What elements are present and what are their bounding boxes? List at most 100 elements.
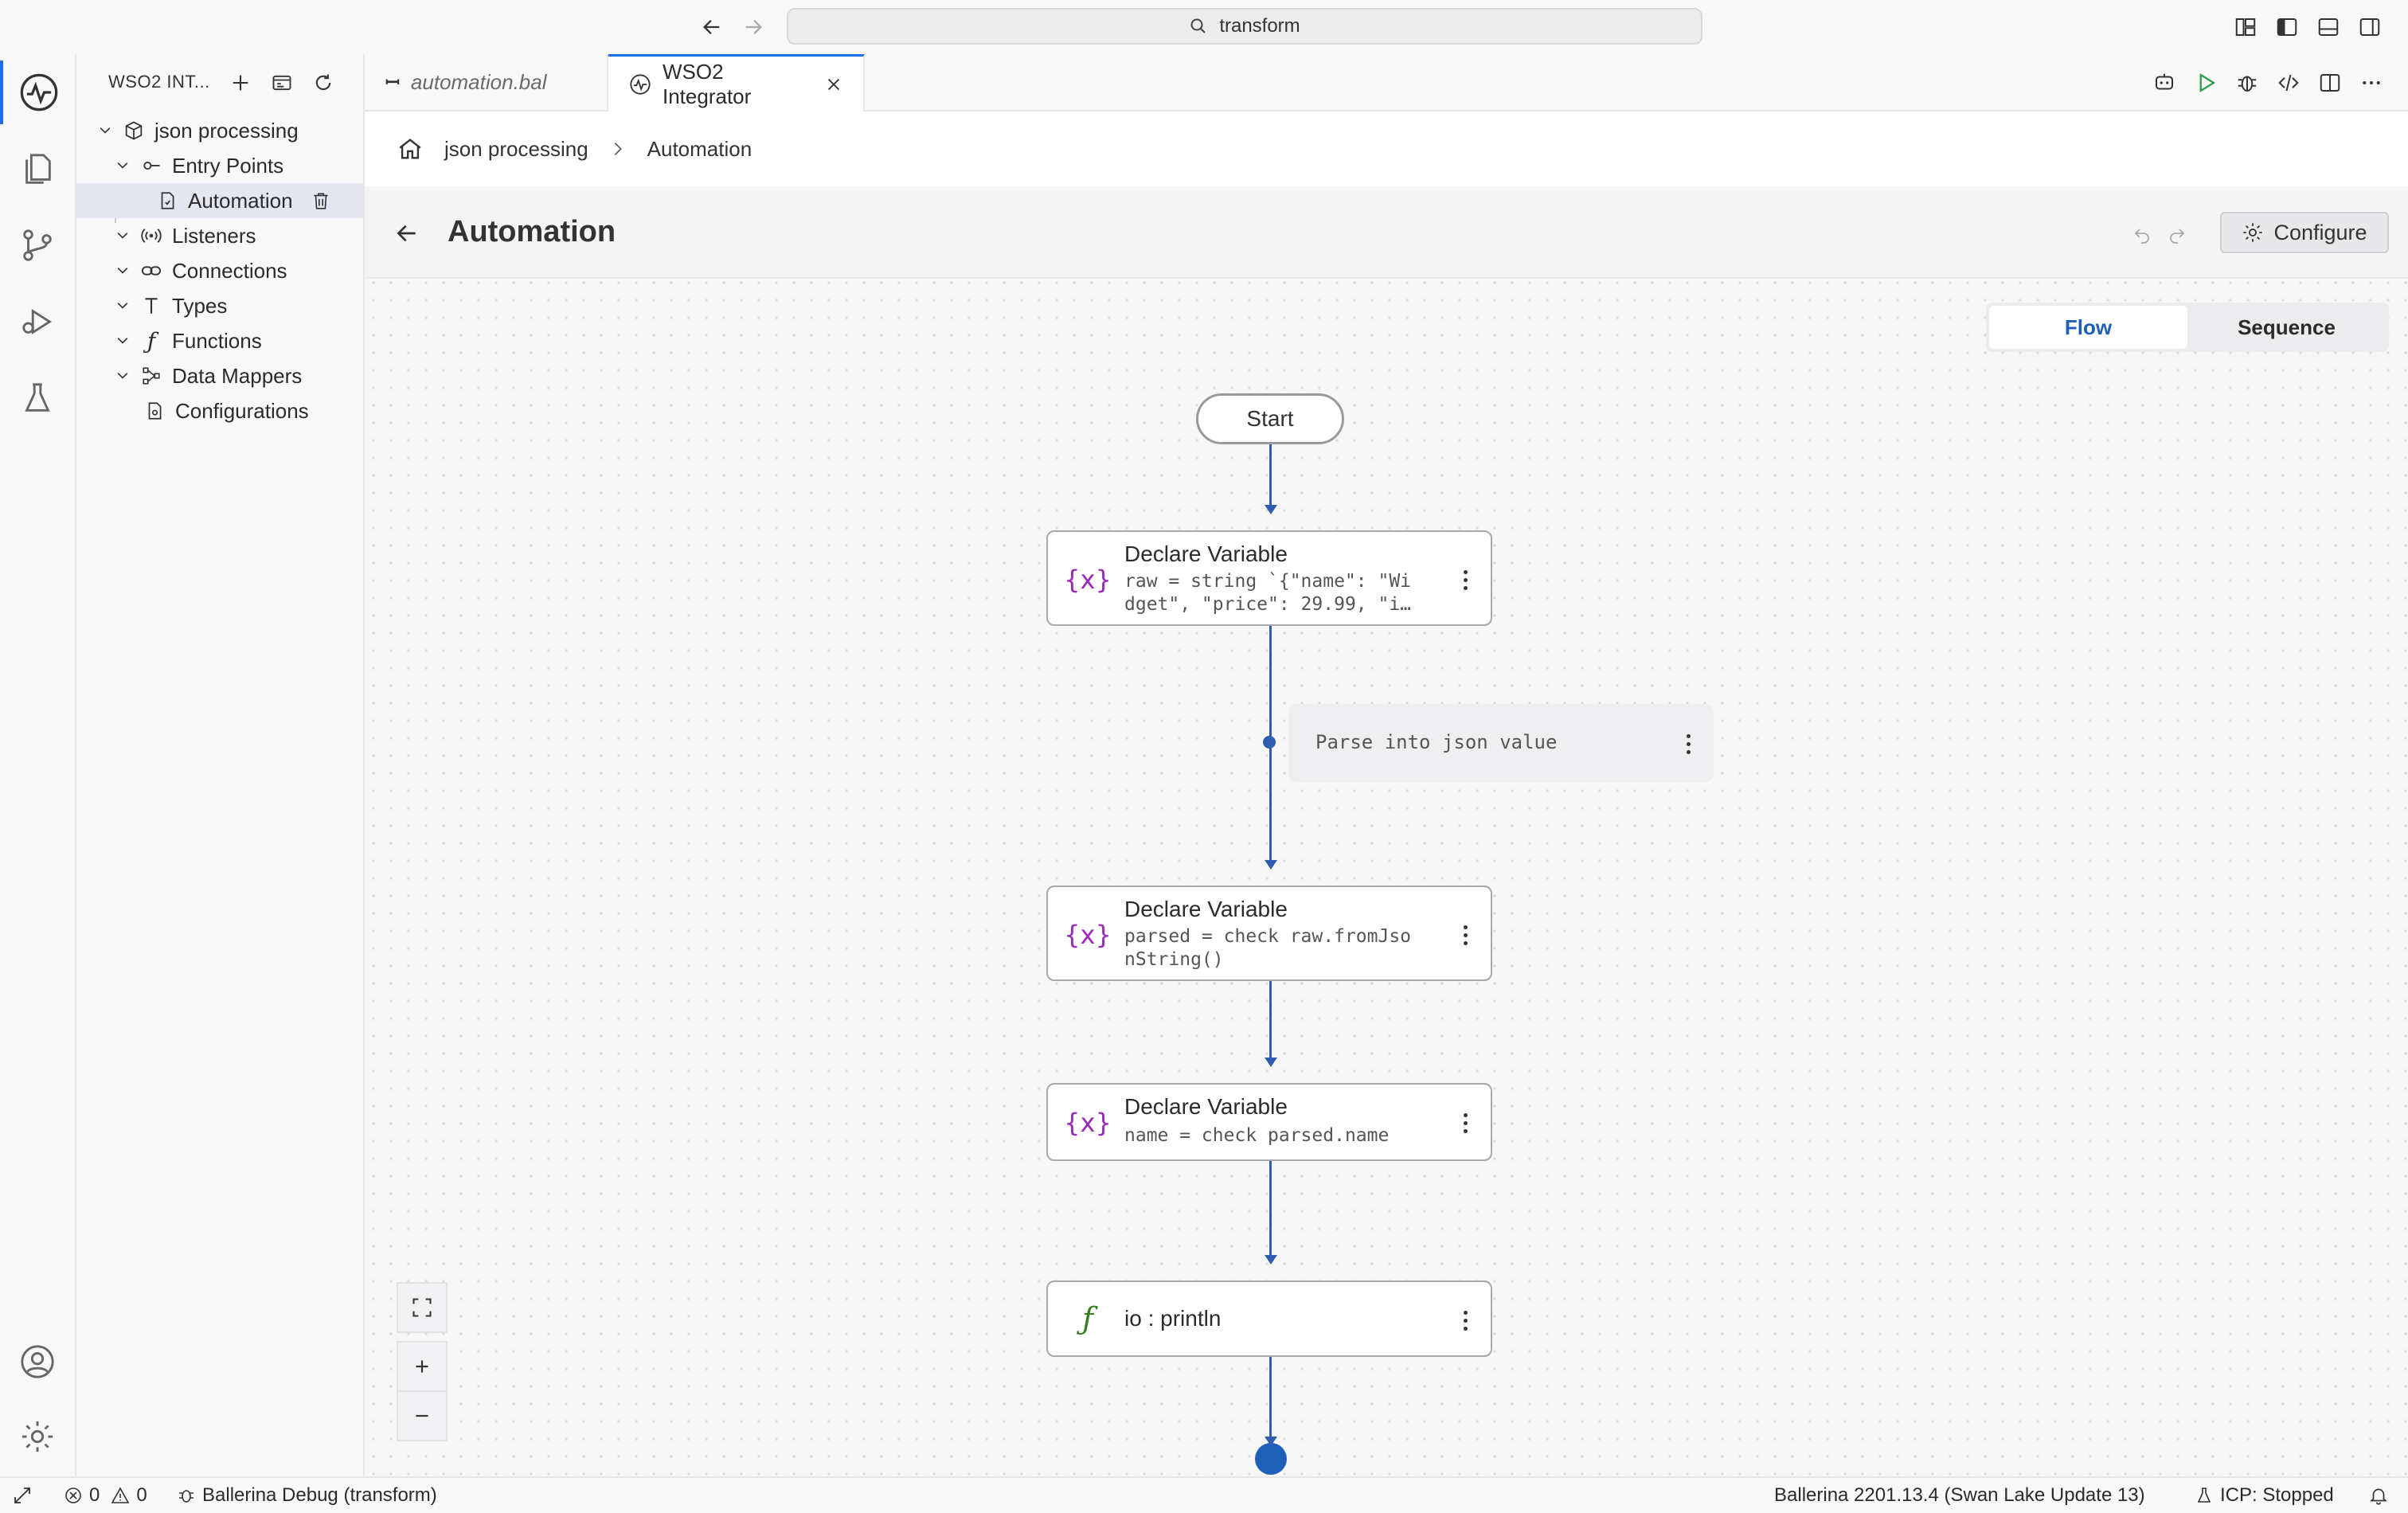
node-code: raw = string `{"name": "Wi dget", "price… — [1124, 571, 1412, 615]
tab-wso2-integrator[interactable]: WSO2 Integrator — [608, 54, 865, 111]
declare-variable-node-name[interactable]: {x} Declare Variable name = check parsed… — [1046, 1083, 1492, 1161]
node-title: Declare Variable — [1124, 1094, 1288, 1119]
sequence-view-button[interactable]: Sequence — [2187, 306, 2386, 349]
declare-variable-node-raw[interactable]: {x} Declare Variable raw = string `{"nam… — [1046, 530, 1492, 626]
end-node — [1255, 1443, 1287, 1475]
warning-count: 0 — [136, 1484, 147, 1506]
flow-edge — [1269, 1161, 1272, 1261]
manage-gear-icon[interactable] — [0, 1405, 75, 1468]
explorer-icon[interactable] — [0, 137, 75, 201]
tree-item-label: Configurations — [175, 398, 309, 423]
copilot-chat-icon[interactable] — [2148, 67, 2180, 99]
node-title: Declare Variable — [1124, 897, 1288, 921]
fit-screen-icon[interactable] — [397, 1282, 448, 1333]
close-icon[interactable] — [825, 76, 842, 93]
testing-icon[interactable] — [0, 366, 75, 430]
run-icon[interactable] — [2190, 67, 2222, 99]
tree-item-listeners[interactable]: Listeners — [76, 218, 363, 253]
search-text: transform — [1219, 15, 1300, 37]
split-editor-icon[interactable] — [2314, 67, 2346, 99]
flow-canvas[interactable]: Automation Configure Flow Sequence Start… — [365, 186, 2408, 1476]
node-title: Declare Variable — [1124, 541, 1288, 566]
run-debug-icon[interactable] — [0, 290, 75, 354]
link-icon — [139, 258, 164, 283]
tree-item-label: json processing — [154, 118, 299, 143]
more-vertical-icon[interactable] — [1452, 1304, 1478, 1336]
icp-status[interactable]: ICP: Stopped — [2195, 1478, 2334, 1513]
problems-indicator[interactable]: 0 0 — [64, 1478, 147, 1513]
toggle-panel-icon[interactable] — [2312, 11, 2344, 43]
configure-button[interactable]: Configure — [2220, 212, 2389, 253]
tree-item-json-processing[interactable]: json processing — [76, 113, 363, 148]
comment-node[interactable]: Parse into json value — [1288, 704, 1714, 782]
command-center-search[interactable]: transform — [787, 8, 1702, 45]
page-title: Automation — [448, 215, 616, 248]
tree-item-functions[interactable]: ƒ Functions — [76, 323, 363, 358]
tree-item-data-mappers[interactable]: Data Mappers — [76, 358, 363, 393]
chevron-down-icon — [111, 154, 134, 177]
tree-item-automation[interactable]: Automation — [76, 183, 363, 218]
source-control-icon[interactable] — [0, 213, 75, 277]
view-toggle: Flow Sequence — [1986, 303, 2389, 352]
variable-icon: {x} — [1064, 920, 1112, 950]
chevron-down-icon — [111, 365, 134, 387]
breadcrumb: json processing Automation — [365, 111, 2408, 186]
home-icon[interactable] — [397, 135, 424, 162]
more-vertical-icon[interactable] — [1452, 564, 1478, 596]
title-bar: transform — [0, 0, 2408, 56]
tab-automation-bal[interactable]: ꟷ automation.bal — [365, 54, 608, 110]
flow-view-button[interactable]: Flow — [1989, 306, 2187, 349]
refresh-icon[interactable] — [309, 68, 338, 97]
flow-arrow — [1265, 1255, 1277, 1265]
zoom-in-icon[interactable] — [397, 1341, 448, 1392]
breadcrumb-project[interactable]: json processing — [444, 137, 588, 162]
arrow-right-icon[interactable] — [737, 11, 769, 43]
more-actions-icon[interactable] — [2355, 67, 2387, 99]
more-vertical-icon[interactable] — [1675, 728, 1701, 760]
chevron-down-icon — [94, 119, 116, 142]
add-icon[interactable] — [226, 68, 255, 97]
debug-session[interactable]: Ballerina Debug (transform) — [177, 1478, 437, 1513]
variable-icon: {x} — [1064, 565, 1112, 595]
undo-icon[interactable] — [2128, 221, 2156, 250]
start-node[interactable]: Start — [1196, 393, 1344, 444]
node-title: io : println — [1124, 1306, 1222, 1331]
remote-icon[interactable] — [13, 1478, 32, 1513]
flow-arrow — [1265, 505, 1277, 514]
search-icon — [1189, 17, 1208, 36]
tree-item-entry-points[interactable]: Entry Points — [76, 148, 363, 183]
zoom-out-icon[interactable] — [397, 1390, 448, 1441]
tree-item-label: Connections — [172, 258, 287, 283]
tree-item-connections[interactable]: Connections — [76, 253, 363, 288]
more-vertical-icon[interactable] — [1452, 919, 1478, 951]
function-call-node-println[interactable]: ƒ io : println — [1046, 1280, 1492, 1357]
configure-label: Configure — [2273, 220, 2367, 244]
open-view-icon[interactable] — [268, 68, 296, 97]
sidebar-title: WSO2 INT... — [108, 72, 210, 92]
account-icon[interactable] — [0, 1330, 75, 1394]
back-arrow-icon[interactable] — [389, 215, 425, 252]
redo-icon[interactable] — [2163, 221, 2191, 250]
toggle-primary-sidebar-icon[interactable] — [2271, 11, 2303, 43]
chevron-down-icon — [111, 330, 134, 352]
customize-layout-icon[interactable] — [2230, 11, 2261, 43]
debug-icon[interactable] — [2231, 67, 2263, 99]
more-vertical-icon[interactable] — [1452, 1107, 1478, 1139]
tree-item-types[interactable]: Types — [76, 288, 363, 323]
editor-tab-bar: ꟷ automation.bal WSO2 Integrator — [365, 54, 2408, 111]
notifications-bell-icon[interactable] — [2368, 1478, 2389, 1513]
delete-icon[interactable] — [311, 190, 331, 211]
tree-item-label: Entry Points — [172, 153, 284, 178]
page-header: Automation Configure — [365, 186, 2408, 279]
code-view-icon[interactable] — [2273, 67, 2304, 99]
node-code: name = check parsed.name — [1124, 1125, 1390, 1146]
toggle-secondary-sidebar-icon[interactable] — [2354, 11, 2386, 43]
comment-text: Parse into json value — [1315, 731, 1558, 753]
tree-item-label: Listeners — [172, 223, 256, 248]
ballerina-version[interactable]: Ballerina 2201.13.4 (Swan Lake Update 13… — [1774, 1478, 2145, 1513]
arrow-left-icon[interactable] — [696, 11, 728, 43]
wso2-integrator-icon[interactable] — [0, 61, 75, 124]
declare-variable-node-parsed[interactable]: {x} Declare Variable parsed = check raw.… — [1046, 886, 1492, 981]
package-icon — [121, 118, 147, 143]
tree-item-configurations[interactable]: Configurations — [76, 393, 363, 428]
